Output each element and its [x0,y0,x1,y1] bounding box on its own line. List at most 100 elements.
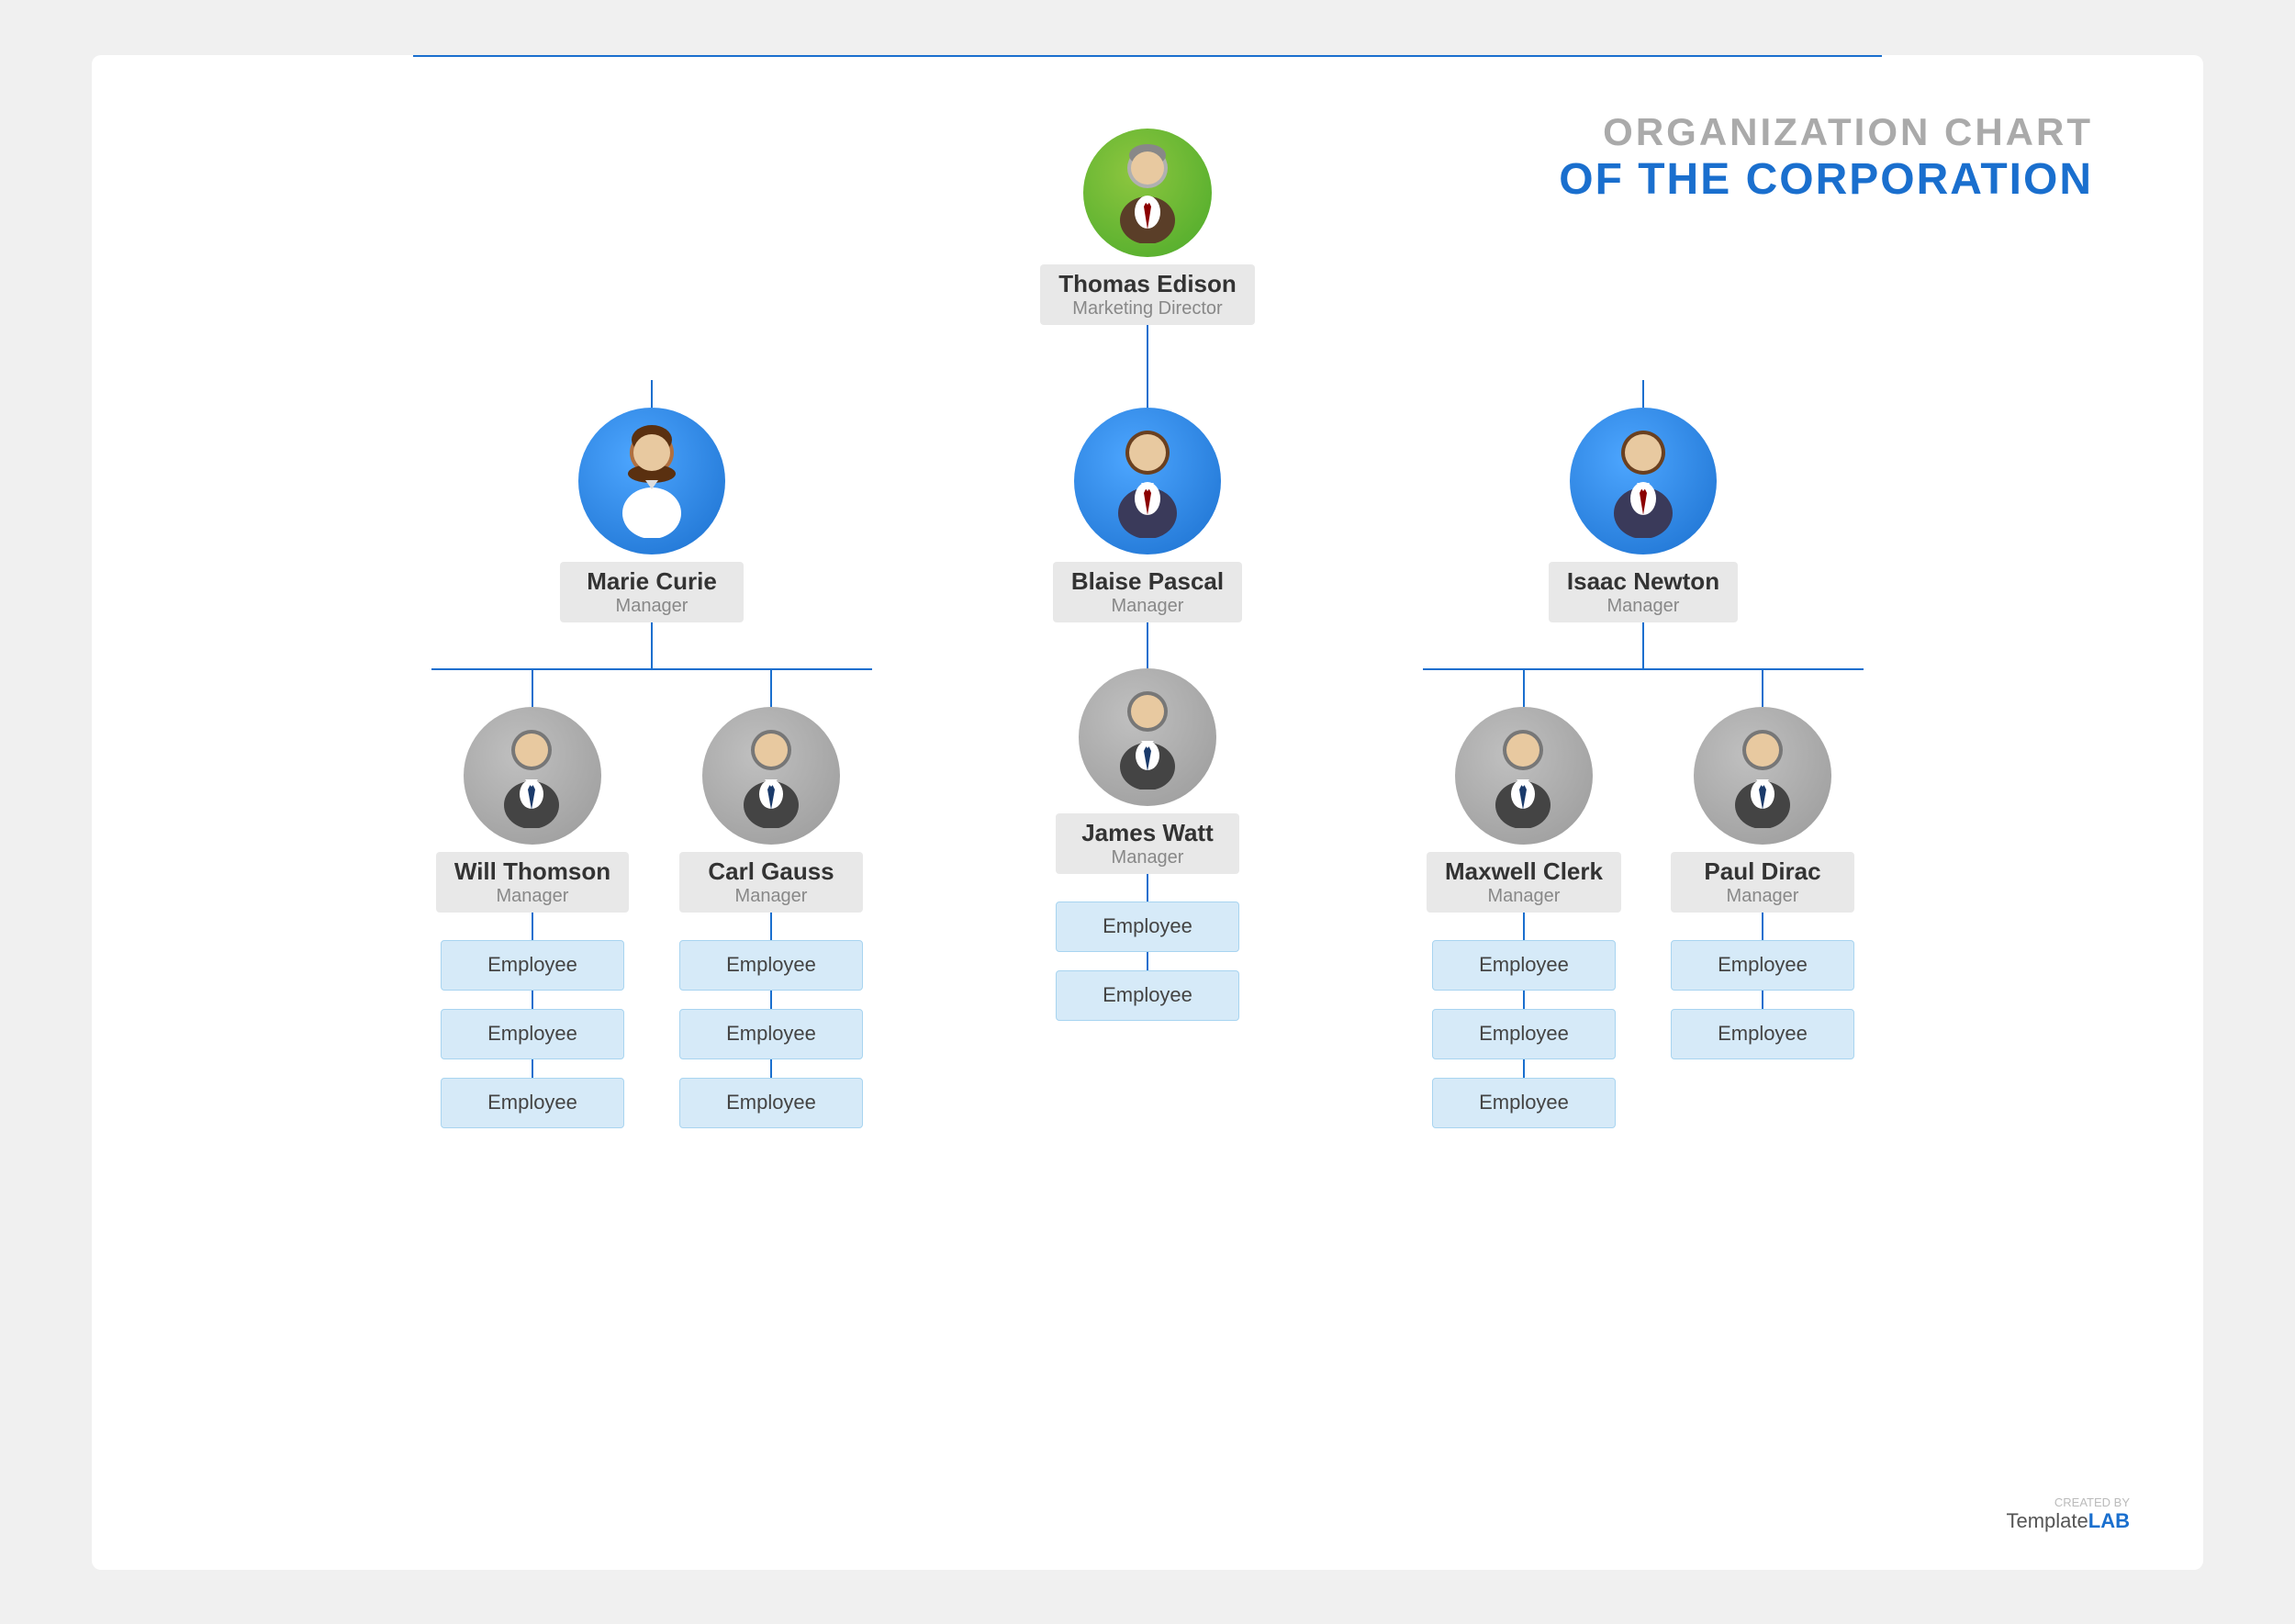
will-emp-v2 [532,991,533,1009]
newton-children-row: Maxwell Clerk Manager Employee Employee … [1423,670,1864,1128]
carl-emp-v3 [770,1059,772,1078]
root-connector-v [1147,325,1148,380]
pascal-v-top [1147,380,1148,408]
pascal-label-box: Blaise Pascal Manager [1053,562,1242,622]
james-label-box: James Watt Manager [1056,813,1239,874]
root-name: Thomas Edison [1058,270,1237,298]
paul-role: Manager [1689,886,1836,907]
newton-h-line [1423,668,1864,670]
pascal-node: Blaise Pascal Manager [1053,408,1242,622]
root-label-box: Thomas Edison Marketing Director [1040,264,1255,325]
newton-v-top [1642,380,1644,408]
james-role: Manager [1074,847,1221,868]
branch-pascal: Blaise Pascal Manager [1001,380,1294,1021]
pascal-role: Manager [1071,596,1224,617]
paul-node: Paul Dirac Manager [1671,707,1854,913]
template-label: Template [2007,1509,2088,1532]
maxwell-v [1523,670,1525,707]
branch-marie: Marie Curie Manager [413,380,890,1128]
carl-branch: Carl Gauss Manager Employee Employee Emp… [670,670,872,1128]
maxwell-node: Maxwell Clerk Manager [1427,707,1621,913]
level2-connector-area: Marie Curie Manager [321,380,1974,1128]
maxwell-role: Manager [1445,886,1603,907]
newton-label-box: Isaac Newton Manager [1549,562,1738,622]
emp-james-2: Employee [1056,970,1239,1021]
top-h-line [413,55,1882,57]
carl-v [770,670,772,707]
carl-avatar [702,707,840,845]
root-avatar [1083,129,1212,257]
lab-label: LAB [2088,1509,2130,1532]
newton-role: Manager [1567,596,1719,617]
maxwell-branch: Maxwell Clerk Manager Employee Employee … [1423,670,1625,1128]
title-line1: ORGANIZATION CHART [1559,110,2093,154]
emp-maxwell-2: Employee [1432,1009,1616,1059]
james-avatar [1079,668,1216,806]
emp-paul-2: Employee [1671,1009,1854,1059]
james-name: James Watt [1074,819,1221,847]
maxwell-label-box: Maxwell Clerk Manager [1427,852,1621,913]
carl-name: Carl Gauss [698,857,845,886]
created-by-label: CREATED BY [2007,1495,2131,1509]
emp-paul-1: Employee [1671,940,1854,991]
carl-role: Manager [698,886,845,907]
maxwell-name: Maxwell Clerk [1445,857,1603,886]
watermark: CREATED BY TemplateLAB [2007,1495,2131,1533]
emp-carl-3: Employee [679,1078,863,1128]
newton-node: Isaac Newton Manager [1549,408,1738,622]
james-emp-v2 [1147,952,1148,970]
paul-name: Paul Dirac [1689,857,1836,886]
will-role: Manager [454,886,610,907]
carl-label-box: Carl Gauss Manager [679,852,863,913]
paul-label-box: Paul Dirac Manager [1671,852,1854,913]
newton-v-mid [1642,622,1644,668]
pascal-name: Blaise Pascal [1071,567,1224,596]
emp-will-1: Employee [441,940,624,991]
will-avatar [464,707,601,845]
emp-carl-1: Employee [679,940,863,991]
marie-v-top [651,380,653,408]
root-node: Thomas Edison Marketing Director [1040,129,1255,325]
title-line2: OF THE CORPORATION [1559,154,2093,205]
emp-james-1: Employee [1056,902,1239,952]
pascal-avatar [1074,408,1221,554]
org-chart: Thomas Edison Marketing Director [165,110,2130,1128]
maxwell-avatar [1455,707,1593,845]
newton-top-conn [1405,380,1882,408]
maxwell-emp-v3 [1523,1059,1525,1078]
carl-emp-v2 [770,991,772,1009]
root-role: Marketing Director [1058,298,1237,319]
marie-children-row: Will Thomson Manager Employee Employee E… [431,670,872,1128]
marie-label-box: Marie Curie Manager [560,562,744,622]
will-node: Will Thomson Manager [436,707,629,913]
paul-emp-v1 [1762,913,1763,940]
maxwell-emp-v2 [1523,991,1525,1009]
will-v [532,670,533,707]
will-emp-v3 [532,1059,533,1078]
emp-maxwell-1: Employee [1432,940,1616,991]
level2-hline-row: Marie Curie Manager [413,380,1882,1128]
emp-will-2: Employee [441,1009,624,1059]
will-label-box: Will Thomson Manager [436,852,629,913]
carl-node: Carl Gauss Manager [679,707,863,913]
marie-node: Marie Curie Manager [560,408,744,622]
marie-avatar [578,408,725,554]
james-emp-v1 [1147,874,1148,902]
newton-avatar [1570,408,1717,554]
carl-emp-v1 [770,913,772,940]
paul-v [1762,670,1763,707]
emp-maxwell-3: Employee [1432,1078,1616,1128]
newton-name: Isaac Newton [1567,567,1719,596]
will-emp-v1 [532,913,533,940]
marie-v-mid [651,622,653,668]
james-node: James Watt Manager [1056,668,1239,874]
pascal-v-mid [1147,622,1148,668]
maxwell-emp-v1 [1523,913,1525,940]
paul-emp-v2 [1762,991,1763,1009]
pascal-top-conn [1001,380,1294,408]
marie-top-conn [413,380,890,408]
marie-h-line [431,668,872,670]
title-area: ORGANIZATION CHART OF THE CORPORATION [1559,110,2093,205]
will-branch: Will Thomson Manager Employee Employee E… [431,670,633,1128]
paul-avatar [1694,707,1831,845]
